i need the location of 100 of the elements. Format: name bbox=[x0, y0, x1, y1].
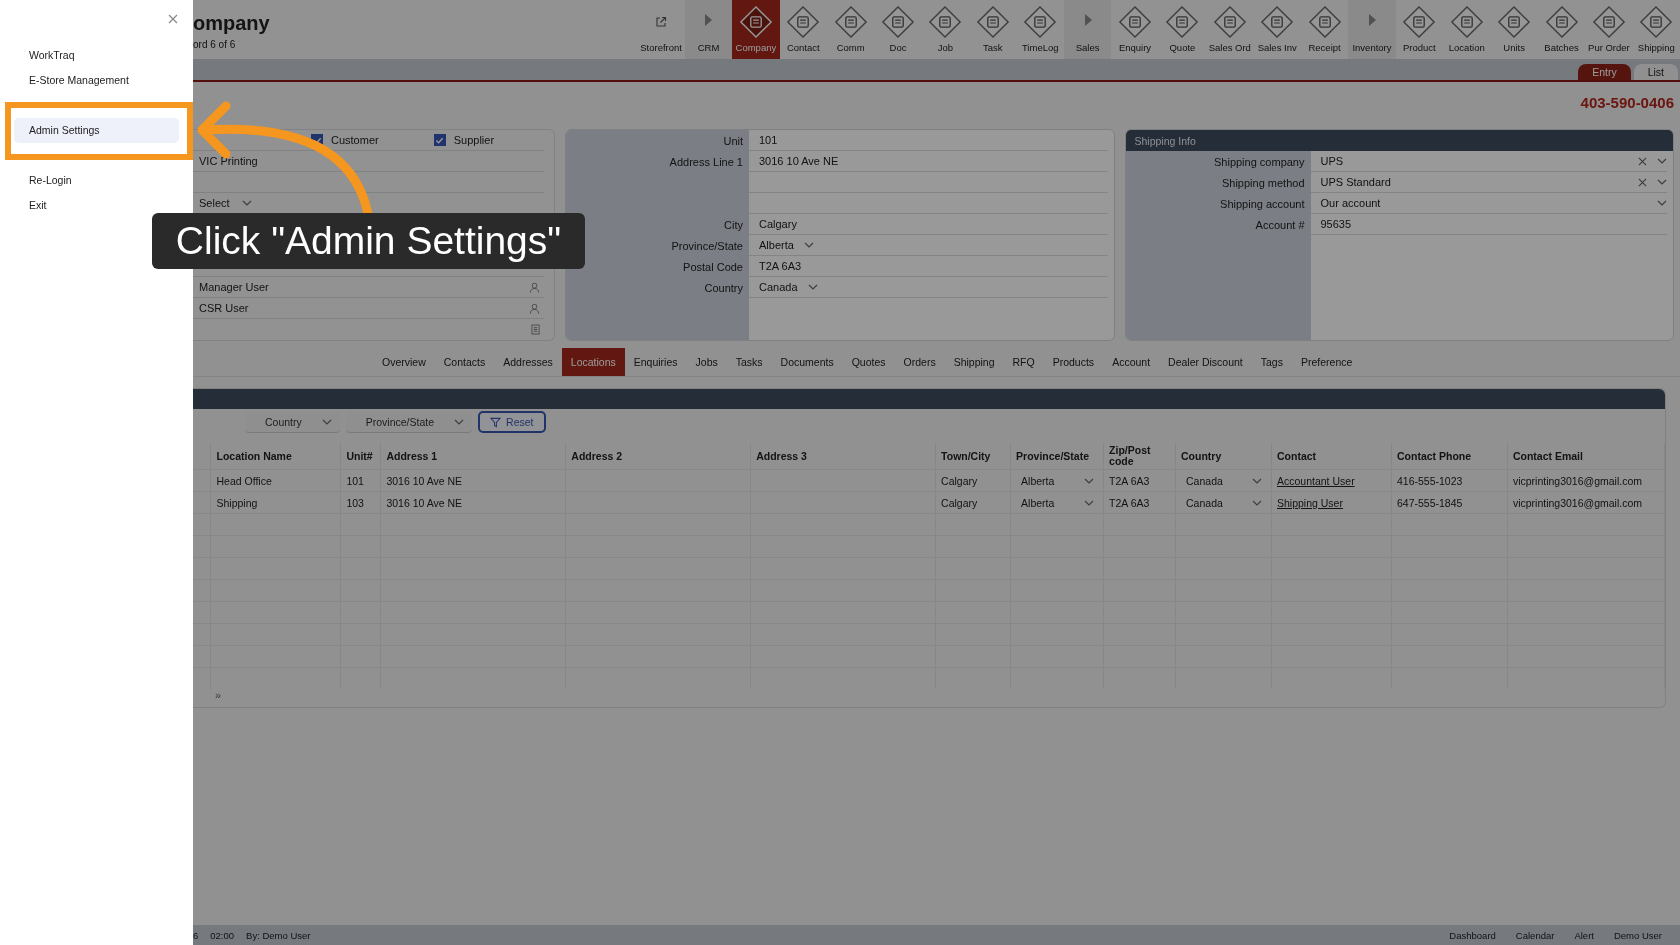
select-value[interactable]: UPS Standard bbox=[1320, 176, 1391, 188]
record-tab[interactable]: RFQ bbox=[1003, 348, 1044, 376]
record-tab[interactable]: Locations bbox=[561, 348, 625, 376]
toolbar-button[interactable]: Batches bbox=[1537, 0, 1586, 59]
column-header: Zip/Post code bbox=[1109, 444, 1151, 467]
record-tab[interactable]: Products bbox=[1043, 348, 1104, 376]
clear-icon[interactable] bbox=[1638, 156, 1647, 166]
field-value: 95635 bbox=[1320, 218, 1352, 230]
record-tab[interactable]: Contacts bbox=[434, 348, 495, 376]
contact-link[interactable]: Shipping User bbox=[1277, 496, 1343, 509]
record-tab[interactable]: Preference bbox=[1291, 348, 1362, 376]
menu-item[interactable]: Admin Settings bbox=[14, 118, 179, 143]
user-name: CSR User bbox=[199, 302, 249, 314]
document-icon[interactable] bbox=[531, 324, 540, 335]
record-tab[interactable]: Enquiries bbox=[624, 348, 687, 376]
record-tab[interactable]: Account bbox=[1103, 348, 1160, 376]
diamond-icon bbox=[1449, 5, 1484, 39]
toolbar-button[interactable]: Sales bbox=[1063, 0, 1112, 59]
toolbar-button[interactable]: TimeLog bbox=[1016, 0, 1064, 59]
record-tab[interactable]: Shipping bbox=[944, 348, 1004, 376]
select-value[interactable]: Canada bbox=[759, 281, 798, 293]
view-tab[interactable]: List bbox=[1633, 64, 1678, 80]
field-label: Shipping company bbox=[1214, 155, 1305, 168]
toolbar-button[interactable]: Doc bbox=[874, 0, 922, 59]
table-cell: T2A 6A3 bbox=[1109, 474, 1150, 487]
toolbar-button[interactable]: Pur Order bbox=[1585, 0, 1633, 59]
table-cell: Head Office bbox=[216, 474, 272, 487]
toolbar-button[interactable]: Task bbox=[969, 0, 1017, 59]
person-icon[interactable] bbox=[529, 281, 540, 293]
column-header: Address 3 bbox=[756, 449, 807, 462]
caret-icon bbox=[1083, 14, 1092, 26]
record-tab[interactable]: Dealer Discount bbox=[1159, 348, 1252, 376]
toolbar-button[interactable]: Storefront bbox=[637, 0, 685, 59]
user-name: Manager User bbox=[199, 281, 269, 293]
column-header: Unit# bbox=[346, 449, 373, 462]
toolbar-button[interactable]: Location bbox=[1443, 0, 1491, 59]
field-value: 3016 10 Ave NE bbox=[759, 155, 839, 167]
checkbox[interactable] bbox=[433, 134, 446, 146]
toolbar-button[interactable]: Job bbox=[921, 0, 970, 59]
toolbar-button[interactable]: Comm bbox=[826, 0, 875, 59]
view-tab[interactable]: Entry bbox=[1578, 64, 1631, 80]
chevron-icon bbox=[1657, 158, 1667, 164]
table-cell[interactable]: Canada bbox=[1186, 496, 1223, 509]
footer-link[interactable]: Alert bbox=[1564, 929, 1604, 941]
field-label: Address Line 1 bbox=[669, 155, 743, 168]
table-cell: Calgary bbox=[941, 474, 978, 487]
record-tab[interactable]: Orders bbox=[894, 348, 945, 376]
field-label: Account # bbox=[1255, 218, 1305, 231]
column-header: Address 1 bbox=[386, 449, 438, 462]
toolbar-button[interactable]: Sales Inv bbox=[1253, 0, 1301, 59]
table-cell: Calgary bbox=[941, 496, 978, 509]
table-cell[interactable]: Canada bbox=[1186, 474, 1223, 487]
record-tab[interactable]: Jobs bbox=[686, 348, 727, 376]
field-label: Unit bbox=[723, 134, 743, 147]
toolbar-button[interactable]: Shipping bbox=[1632, 0, 1680, 59]
contact-link[interactable]: Accountant User bbox=[1277, 474, 1355, 487]
select-value[interactable]: UPS bbox=[1320, 155, 1344, 167]
menu-item[interactable]: WorkTraq bbox=[0, 43, 179, 68]
diamond-icon bbox=[738, 5, 773, 39]
select-field[interactable]: Select bbox=[199, 197, 252, 209]
pager-next[interactable]: » bbox=[215, 689, 1665, 701]
diamond-icon bbox=[786, 5, 821, 39]
record-tab[interactable]: Tasks bbox=[726, 348, 772, 376]
toolbar-button[interactable]: Units bbox=[1490, 0, 1538, 59]
select-value[interactable]: Alberta bbox=[759, 239, 794, 251]
menu-item[interactable]: Re-Login bbox=[0, 168, 179, 193]
record-tab[interactable]: Documents bbox=[771, 348, 843, 376]
reset-button[interactable]: Reset bbox=[478, 411, 546, 434]
menu-item[interactable]: E-Store Management bbox=[0, 68, 179, 93]
record-tab[interactable]: Tags bbox=[1251, 348, 1292, 376]
toolbar-button[interactable]: CRM bbox=[684, 0, 733, 59]
diamond-icon bbox=[1639, 5, 1674, 39]
field-label: Shipping method bbox=[1221, 176, 1305, 189]
phone-number: 403-590-0406 bbox=[1580, 93, 1674, 111]
footer-link[interactable]: Calendar bbox=[1505, 929, 1565, 941]
chevron-icon bbox=[321, 418, 332, 425]
diamond-icon bbox=[1165, 5, 1200, 39]
column-header: Province/State bbox=[1016, 449, 1089, 462]
record-tab[interactable]: Quotes bbox=[842, 348, 895, 376]
toolbar-button[interactable]: Enquiry bbox=[1111, 0, 1159, 59]
clear-icon[interactable] bbox=[1638, 177, 1647, 187]
column-header: Address 2 bbox=[571, 449, 623, 462]
footer-link[interactable]: Dashboard bbox=[1439, 929, 1506, 941]
chevron-icon bbox=[1252, 477, 1262, 484]
footer-link[interactable]: Demo User bbox=[1603, 929, 1672, 941]
select-value[interactable]: Our account bbox=[1320, 197, 1381, 209]
toolbar-button[interactable]: Company bbox=[732, 0, 780, 59]
record-tab[interactable]: Overview bbox=[373, 348, 435, 376]
table-cell[interactable]: Alberta bbox=[1021, 496, 1055, 509]
toolbar-button[interactable]: Inventory bbox=[1348, 0, 1396, 59]
person-icon[interactable] bbox=[529, 302, 540, 314]
column-header: Country bbox=[1181, 449, 1222, 462]
caret-icon bbox=[1367, 14, 1376, 26]
record-tab[interactable]: Addresses bbox=[494, 348, 562, 376]
toolbar-button[interactable]: Sales Ord bbox=[1206, 0, 1254, 59]
field-label: Postal Code bbox=[683, 260, 743, 273]
toolbar-button[interactable]: Quote bbox=[1158, 0, 1207, 59]
close-icon[interactable] bbox=[168, 14, 178, 24]
table-cell[interactable]: Alberta bbox=[1021, 474, 1055, 487]
diamond-icon bbox=[1544, 5, 1579, 39]
